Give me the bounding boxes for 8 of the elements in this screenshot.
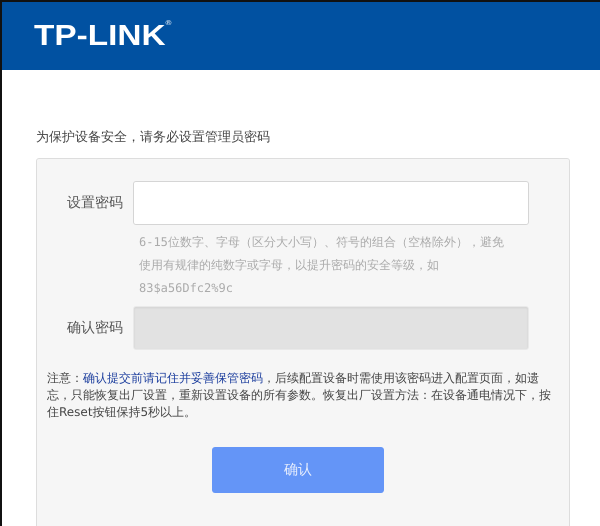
field-label: 设置密码 <box>66 194 123 213</box>
field-label: 确认密码 <box>66 319 123 338</box>
intro-text: 为保护设备安全，请务必设置管理员密码 <box>36 129 271 146</box>
password-field[interactable] <box>133 181 529 225</box>
brand-logo: TP-LINK$^{®}$ <box>34 20 172 52</box>
confirm-button[interactable]: 确认 <box>212 447 384 493</box>
notice-text: 注意：确认提交前请记住并妥善保管密码，后续配置设备时需使用该密码进入配置页面，如遗忘，只能恢复出厂设置，重新设置设备的所有参数。恢复出厂设置方法：在设备通电情况下，按住Reset按钮保持5秒以上。 <box>47 370 552 421</box>
hint-text: 6-15位数字、字母（区分大小写）、符号的组合（空格除外），避免使用有规律的纯数字或字母，以提升密码的安全等级，如83$a56Dfc2%9c <box>138 234 505 297</box>
